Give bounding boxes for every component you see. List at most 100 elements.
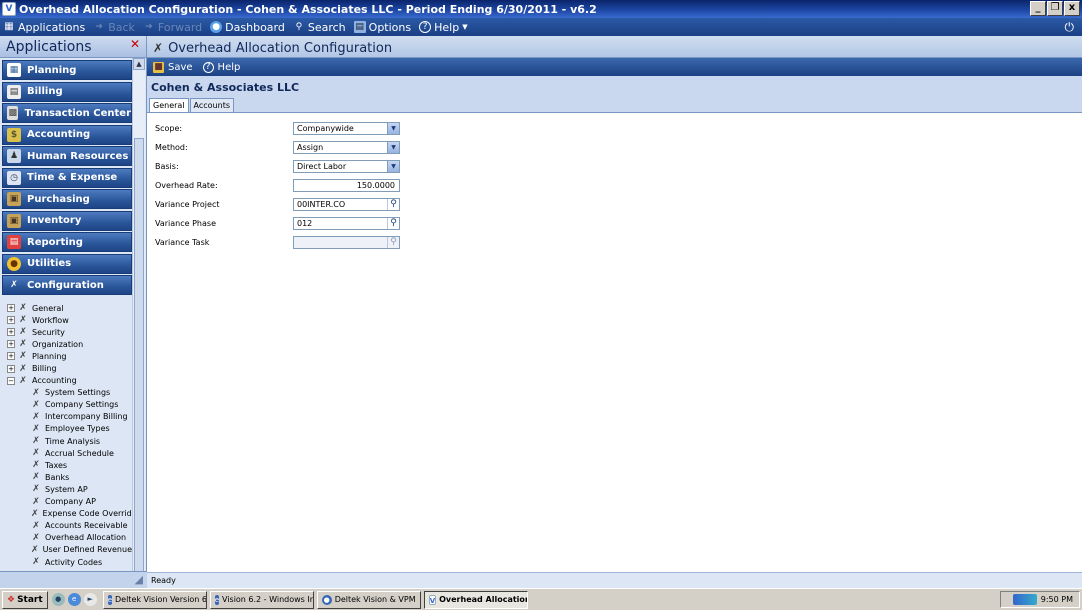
basis-select[interactable]: Direct Labor ▼ (293, 160, 400, 173)
expand-icon[interactable]: + (7, 304, 15, 313)
tray-icons[interactable] (1012, 594, 1037, 605)
nav-label: Inventory (27, 215, 82, 226)
variance-task-input[interactable]: ⚲ (293, 236, 400, 249)
inventory-icon: ▣ (7, 213, 21, 228)
minimize-button[interactable]: _ (1030, 1, 1046, 16)
taskbar-item-deltek-vision[interactable]: eDeltek Vision Version 6.2 ... (102, 590, 207, 609)
tree-item-general[interactable]: + ✗ General (2, 302, 132, 314)
tree-item-organization[interactable]: + ✗ Organization (2, 338, 132, 350)
nav-planning[interactable]: ▦ Planning (2, 60, 132, 80)
menu-forward[interactable]: ➔ Forward (143, 21, 202, 34)
expand-icon[interactable]: + (7, 316, 15, 325)
tree-item-time-analysis[interactable]: ✗ Time Analysis (2, 435, 132, 447)
clock: 9:50 PM (1040, 595, 1073, 604)
help-button[interactable]: ? Help (202, 61, 240, 73)
tree-item-user-defined-revenue[interactable]: ✗ User Defined Revenue (2, 544, 132, 556)
tree-item-company-ap[interactable]: ✗ Company AP (2, 496, 132, 508)
close-panel-icon[interactable]: ✕ (130, 37, 140, 51)
media-icon[interactable]: ► (83, 593, 97, 606)
tab-accounts[interactable]: Accounts (189, 98, 234, 112)
resize-grip-icon[interactable]: ◢ (135, 573, 143, 586)
tree-item-accounts-receivable[interactable]: ✗ Accounts Receivable (2, 520, 132, 532)
tree-item-banks[interactable]: ✗ Banks (2, 471, 132, 483)
expand-icon[interactable]: + (7, 340, 15, 349)
scroll-thumb[interactable] (134, 138, 144, 578)
tree-item-planning[interactable]: + ✗ Planning (2, 350, 132, 362)
expand-icon[interactable]: + (7, 328, 15, 337)
method-label: Method: (155, 143, 188, 152)
lookup-icon[interactable]: ⚲ (387, 199, 399, 210)
nav-accounting[interactable]: $ Accounting (2, 124, 132, 145)
configuration-tree: + ✗ General + ✗ Workflow + ✗ Security + ✗ Organi… (2, 302, 137, 568)
chevron-down-icon[interactable]: ▼ (387, 161, 399, 172)
maximize-button[interactable]: ❐ (1047, 1, 1063, 16)
tree-item-employee-types[interactable]: ✗ Employee Types (2, 423, 132, 435)
tree-item-activity-codes[interactable]: ✗ Activity Codes (2, 556, 132, 568)
variance-project-label: Variance Project (155, 200, 220, 209)
basis-label: Basis: (155, 162, 179, 171)
tree-item-billing[interactable]: + ✗ Billing (2, 362, 132, 374)
tree-item-security[interactable]: + ✗ Security (2, 326, 132, 338)
tree-item-workflow[interactable]: + ✗ Workflow (2, 314, 132, 326)
menu-dashboard[interactable]: ● Dashboard (210, 21, 285, 34)
tree-item-overhead-allocation[interactable]: ✗ Overhead Allocation (2, 532, 132, 544)
menu-search-label: Search (307, 20, 346, 34)
tree-item-expense-code-override[interactable]: ✗ Expense Code Override (2, 508, 137, 520)
chevron-down-icon[interactable]: ▼ (387, 123, 399, 134)
scope-select[interactable]: Companywide ▼ (293, 122, 400, 135)
tree-label: Security (32, 327, 65, 337)
main-content: ✗ Overhead Allocation Configuration ■ Sa… (147, 36, 1082, 588)
tree-item-system-settings[interactable]: ✗ System Settings (2, 387, 132, 399)
lookup-icon[interactable]: ⚲ (387, 237, 399, 248)
nav-purchasing[interactable]: ▣ Purchasing (2, 189, 132, 209)
general-form: Scope: Companywide ▼ Method: Assign ▼ Basi… (147, 113, 1082, 583)
collapse-icon[interactable]: − (7, 376, 15, 385)
tree-item-company-settings[interactable]: ✗ Company Settings (2, 399, 132, 411)
nav-configuration[interactable]: ✗ Configuration (2, 275, 132, 295)
tree-label: Company AP (45, 497, 96, 507)
power-icon[interactable]: ⏻ (1065, 20, 1075, 35)
close-button[interactable]: x (1064, 1, 1080, 16)
menu-search[interactable]: ⚲ Search (293, 21, 346, 34)
nav-reporting[interactable]: ▤ Reporting (2, 232, 132, 252)
variance-project-input[interactable]: 00INTER.CO ⚲ (293, 198, 400, 211)
expand-icon[interactable]: + (7, 352, 15, 361)
expand-icon[interactable]: + (7, 364, 15, 373)
tab-general[interactable]: General (149, 98, 189, 112)
nav-transaction-center[interactable]: ▩ Transaction Center (2, 103, 132, 123)
nav-inventory[interactable]: ▣ Inventory (2, 210, 132, 231)
chevron-down-icon[interactable]: ▼ (387, 142, 399, 153)
nav-human-resources[interactable]: ♟ Human Resources (2, 146, 132, 166)
menu-help[interactable]: ? Help ▼ (419, 21, 468, 34)
scroll-up-icon[interactable]: ▲ (133, 58, 145, 70)
variance-phase-input[interactable]: 012 ⚲ (293, 217, 400, 230)
browser-icon[interactable]: ● (51, 593, 65, 606)
tree-item-system-ap[interactable]: ✗ System AP (2, 483, 132, 495)
menu-applications[interactable]: ▦ Applications (3, 21, 85, 34)
nav-label: Time & Expense (27, 172, 118, 183)
left-panel-scrollbar[interactable]: ▲ ▼ (132, 58, 145, 604)
nav-label: Transaction Center (24, 107, 131, 119)
taskbar-item-vision-vpm[interactable]: ● Deltek Vision & VPM (316, 590, 421, 609)
taskbar-item-vision-windows[interactable]: eVision 6.2 - Windows Int... (209, 590, 314, 609)
menu-options[interactable]: ▤ Options (353, 21, 411, 34)
nav-time-expense[interactable]: ◷ Time & Expense (2, 167, 132, 188)
tree-item-intercompany-billing[interactable]: ✗ Intercompany Billing (2, 411, 132, 423)
save-button[interactable]: ■ Save (153, 61, 193, 73)
variance-phase-value: 012 (297, 219, 313, 228)
nav-billing[interactable]: ▤ Billing (2, 81, 132, 102)
start-button[interactable]: ❖ Start (2, 590, 48, 609)
tree-item-accrual-schedule[interactable]: ✗ Accrual Schedule (2, 447, 132, 459)
nav-utilities[interactable]: ● Utilities (2, 253, 132, 274)
tree-label: Employee Types (45, 424, 110, 434)
tree-item-accounting[interactable]: − ✗ Accounting (2, 375, 132, 387)
tools-icon: ✗ (32, 484, 40, 495)
ie-icon[interactable]: e (67, 593, 81, 606)
tree-item-taxes[interactable]: ✗ Taxes (2, 459, 132, 471)
method-select[interactable]: Assign ▼ (293, 141, 400, 154)
save-label: Save (168, 61, 193, 73)
lookup-icon[interactable]: ⚲ (387, 218, 399, 229)
overhead-rate-input[interactable]: 150.0000 (293, 179, 400, 192)
menu-back[interactable]: ➔ Back (93, 21, 135, 34)
taskbar-item-overhead-allocation[interactable]: VOverhead Allocation ... (423, 590, 528, 609)
